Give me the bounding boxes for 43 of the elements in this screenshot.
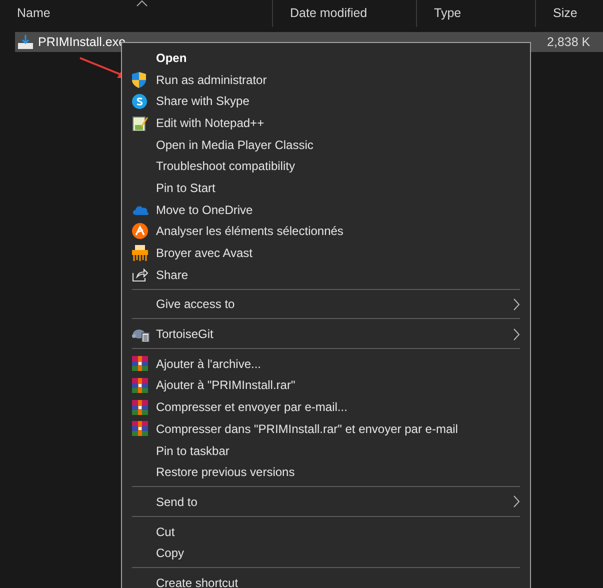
- menu-item[interactable]: Give access to: [122, 294, 530, 316]
- menu-item[interactable]: Restore previous versions: [122, 461, 530, 484]
- menu-item[interactable]: Edit with Notepad++: [122, 112, 530, 134]
- notepad-icon: [132, 114, 148, 131]
- chevron-right-icon: [513, 495, 520, 508]
- menu-item[interactable]: Ajouter à l'archive...: [122, 352, 530, 375]
- turtle-icon: [132, 326, 150, 342]
- archive-icon: [132, 356, 148, 372]
- shredder-icon: [132, 245, 148, 262]
- cloud-icon: [132, 204, 149, 216]
- menu-item[interactable]: Ajouter à "PRIMInstall.rar": [122, 374, 530, 396]
- avast-icon: [132, 223, 148, 240]
- archive-icon: [132, 378, 148, 393]
- menu-item[interactable]: Analyser les éléments sélectionnés: [122, 220, 530, 242]
- menu-item[interactable]: TortoiseGit: [122, 323, 530, 345]
- chevron-right-icon: [513, 298, 520, 311]
- column-header[interactable]: Date modified: [290, 4, 368, 23]
- menu-item[interactable]: Compresser dans "PRIMInstall.rar" et envoyer par e-mail: [122, 418, 530, 440]
- menu-item[interactable]: Open in Media Player Classic: [122, 134, 530, 156]
- column-header[interactable]: Size: [553, 4, 578, 23]
- menu-item[interactable]: Pin to Start: [122, 177, 530, 199]
- column-header[interactable]: Type: [434, 4, 462, 23]
- menu-item[interactable]: Broyer avec Avast: [122, 242, 530, 264]
- share-icon: [132, 268, 148, 282]
- menu-item[interactable]: Troubleshoot compatibility: [122, 155, 530, 178]
- menu-item[interactable]: Create shortcut: [122, 572, 530, 588]
- chevron-right-icon: [513, 328, 520, 341]
- menu-item[interactable]: Pin to taskbar: [122, 440, 530, 462]
- skype-icon: [132, 94, 147, 109]
- menu-item[interactable]: Move to OneDrive: [122, 198, 530, 220]
- menu-item[interactable]: Share with Skype: [122, 90, 530, 112]
- menu-item[interactable]: Cut: [122, 520, 530, 542]
- menu-item[interactable]: Send to: [122, 491, 530, 513]
- menu-item[interactable]: Share: [122, 264, 530, 286]
- column-header[interactable]: Name: [17, 4, 50, 23]
- installer-icon: [18, 35, 33, 49]
- archive-icon: [132, 400, 148, 415]
- menu-item[interactable]: Copy: [122, 542, 530, 564]
- archive-icon: [132, 421, 148, 436]
- menu-item[interactable]: Compresser et envoyer par e-mail...: [122, 396, 530, 418]
- shield-icon: [132, 72, 146, 88]
- menu-item[interactable]: Run as administrator: [122, 68, 530, 90]
- file-size: 2,838 K: [547, 34, 592, 51]
